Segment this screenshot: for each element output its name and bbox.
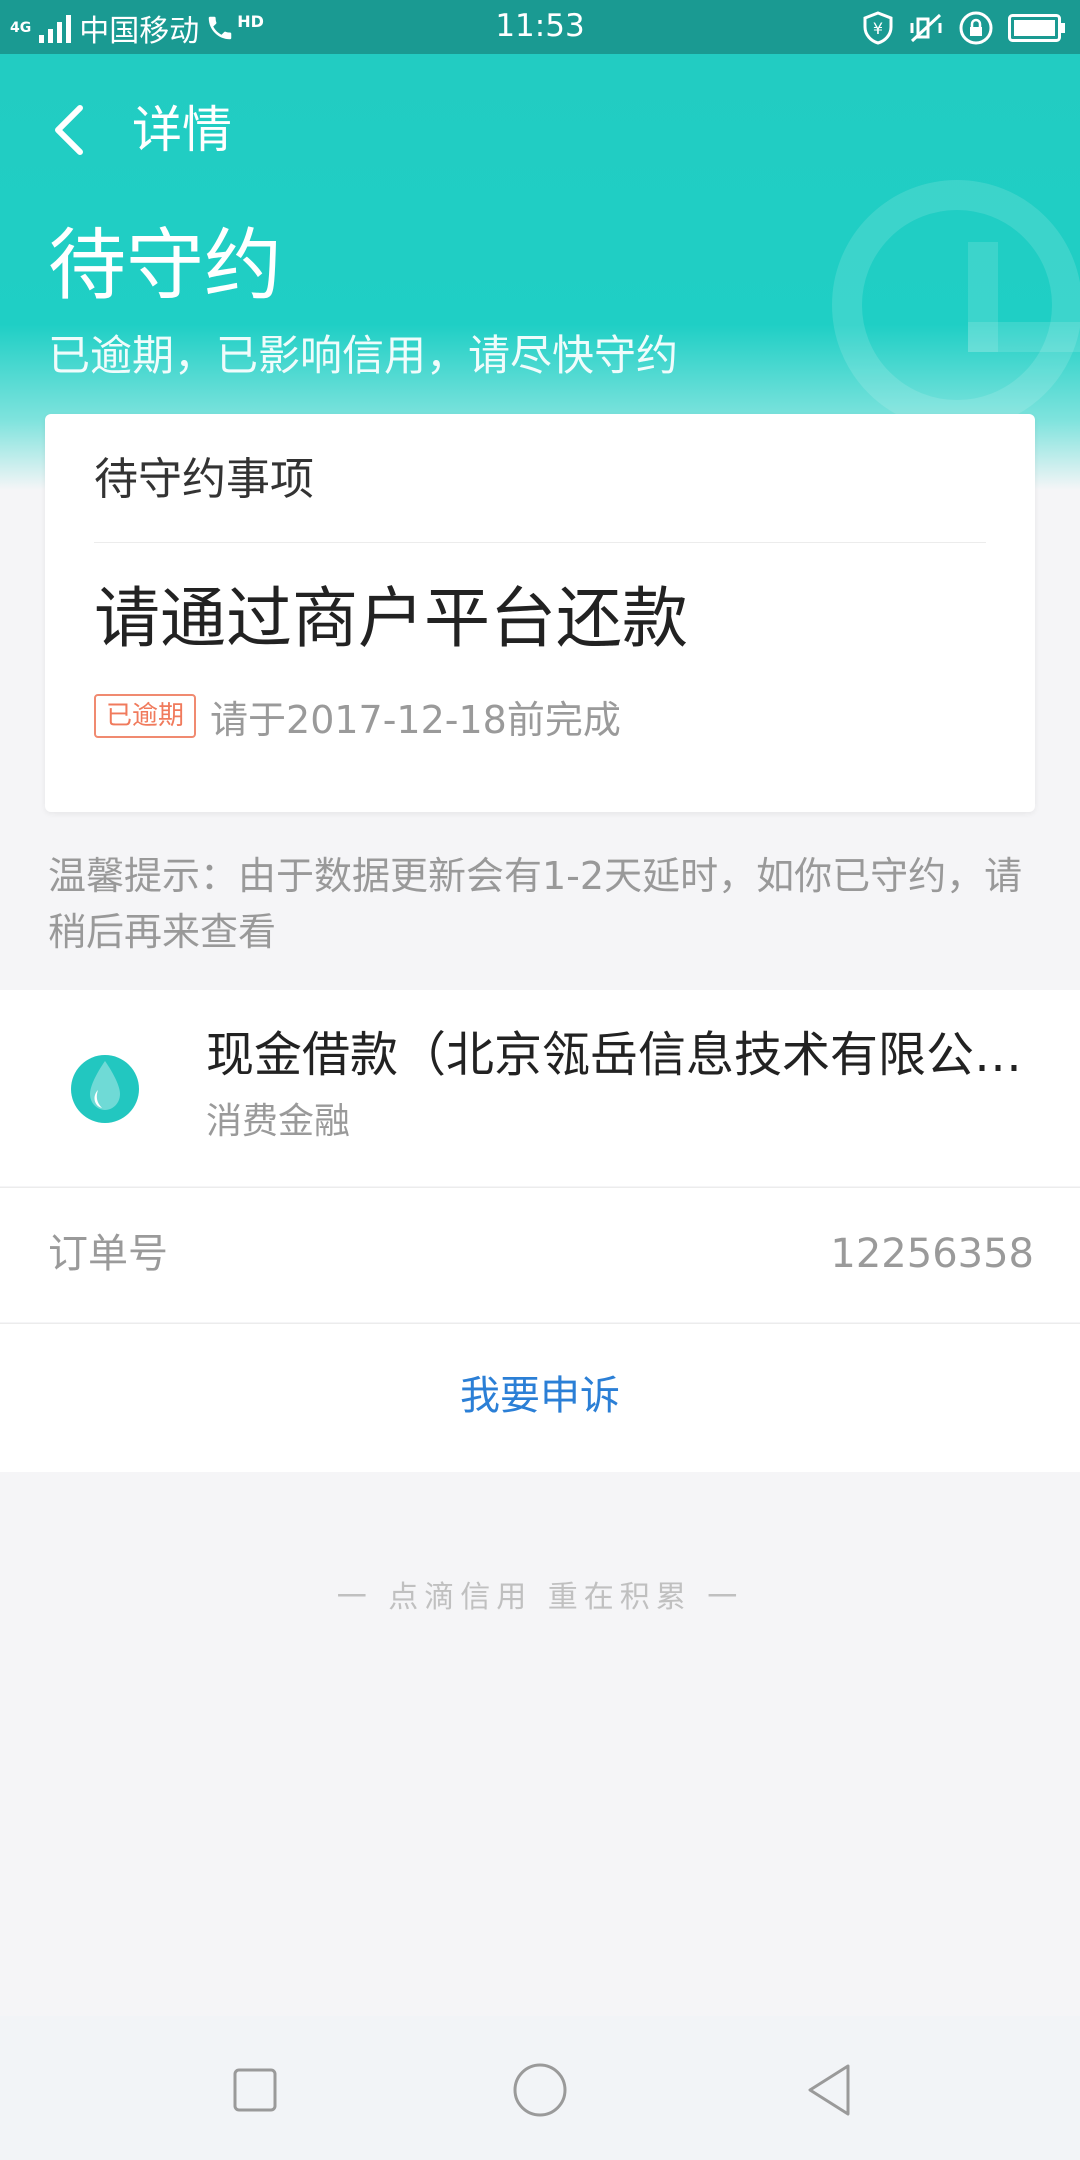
- overdue-badge: 已逾期: [94, 694, 197, 738]
- triangle-back-icon: [808, 2064, 850, 2116]
- shield-icon: ¥: [863, 11, 893, 45]
- page-title: 详情: [132, 101, 232, 159]
- appeal-button[interactable]: 我要申诉: [0, 1368, 1080, 1424]
- order-label: 订单号: [48, 1231, 168, 1277]
- deadline-text: 请于2017-12-18前完成: [210, 697, 621, 742]
- status-right: ¥: [862, 8, 1066, 48]
- slogan: 一 点滴信用 重在积累 一: [336, 1580, 744, 1615]
- status-bar: 4G 中国移动 HD 11:53 ¥: [0, 0, 1080, 54]
- status-title: 待守约: [48, 221, 283, 311]
- order-row: 订单号 12256358: [0, 1188, 1080, 1322]
- card-header: 待守约事项: [94, 454, 314, 505]
- pending-item-card: 待守约事项 请通过商户平台还款 已逾期 请于2017-12-18前完成: [45, 414, 1035, 812]
- rotation-lock-icon: [959, 11, 993, 45]
- card-divider: [94, 542, 986, 543]
- status-description: 已逾期，已影响信用，请尽快守约: [48, 331, 679, 380]
- card-deadline-row: 已逾期 请于2017-12-18前完成: [94, 686, 621, 746]
- merchant-category: 消费金融: [206, 1101, 351, 1142]
- chevron-left-icon: [55, 105, 83, 155]
- battery-icon: [1008, 14, 1065, 42]
- square-icon: [233, 2068, 277, 2112]
- clock-hand-decoration: [968, 322, 1080, 352]
- back-button[interactable]: [42, 100, 94, 160]
- tip-text: 温馨提示：由于数据更新会有1-2天延时，如你已守约，请稍后再来查看: [48, 854, 1023, 954]
- order-number: 12256358: [830, 1231, 1034, 1277]
- svg-text:¥: ¥: [873, 19, 883, 38]
- home-button[interactable]: [500, 2050, 580, 2130]
- card-main-text: 请通过商户平台还款: [94, 580, 688, 657]
- system-nav-bar: [0, 2016, 1080, 2160]
- clock-decoration-icon: [832, 180, 1080, 430]
- mute-icon: [910, 13, 942, 43]
- water-drop-icon: [71, 1055, 139, 1123]
- merchant-row[interactable]: 现金借款（北京瓴岳信息技术有限公司） 消费金融: [0, 990, 1080, 1186]
- page: 4G 中国移动 HD 11:53 ¥ 详情 待守约 已逾期，已影响信用，请尽快守…: [0, 0, 1080, 2160]
- circle-icon: [513, 2063, 567, 2117]
- appeal-row: 我要申诉: [0, 1324, 1080, 1472]
- back-nav-button[interactable]: [789, 2050, 869, 2130]
- recent-apps-button[interactable]: [215, 2050, 295, 2130]
- merchant-name: 现金借款（北京瓴岳信息技术有限公司）: [206, 1027, 1026, 1083]
